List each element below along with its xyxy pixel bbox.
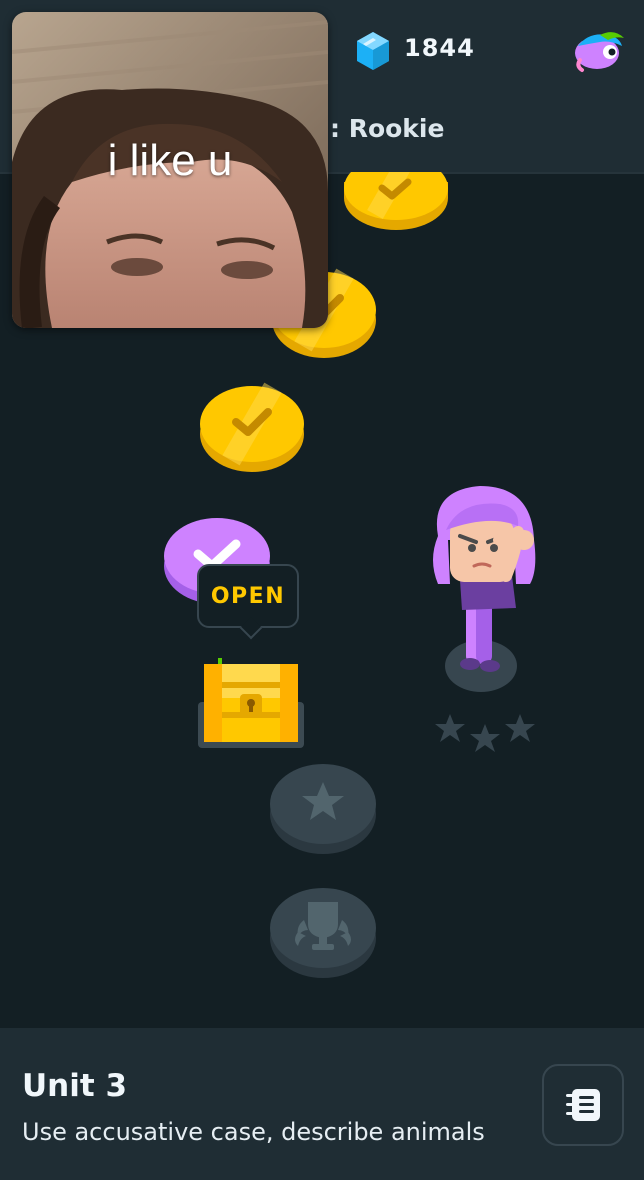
unit-description: Use accusative case, describe animals [22,1118,485,1146]
section-label: : Rookie [330,114,445,143]
star-icon [435,714,465,742]
lesson-node-locked[interactable] [268,756,378,858]
guidebook-icon [566,1089,600,1121]
open-label: OPEN [210,583,286,609]
webcam-caption: i like u [107,136,233,185]
star-icon [505,714,535,742]
unit-title: Unit 3 [22,1068,128,1104]
character-lily[interactable] [420,480,550,704]
gem-count[interactable]: 1844 [404,34,475,62]
mascot-icon[interactable] [570,26,626,76]
lesson-node-completed[interactable] [198,376,306,476]
treasure-chest-node[interactable] [194,654,308,752]
unit-review-node-locked[interactable] [268,880,378,982]
character-rating [434,712,538,758]
star-icon [470,724,500,752]
gem-icon[interactable] [354,30,392,72]
guidebook-button[interactable] [542,1064,624,1146]
lesson-node-completed[interactable] [342,172,450,246]
open-tooltip[interactable]: OPEN [197,564,299,628]
webcam-overlay: i like u [12,12,328,328]
